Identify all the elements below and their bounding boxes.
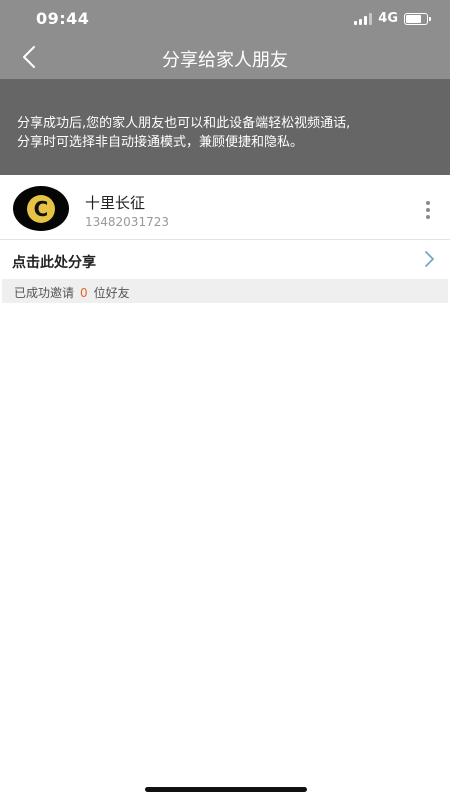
info-banner: 分享成功后,您的家人朋友也可以和此设备端轻松视频通话, 分享时可选择非自动接通模… <box>0 79 450 175</box>
contact-phone: 13482031723 <box>85 215 169 229</box>
invite-suffix: 位好友 <box>93 286 130 300</box>
contact-row[interactable]: C 十里长征 13482031723 <box>0 178 450 240</box>
chevron-right-icon <box>425 251 434 267</box>
invite-summary: 已成功邀请 0 位好友 <box>2 279 448 303</box>
avatar-logo: C <box>27 194 55 223</box>
status-indicators: 4G <box>354 11 431 26</box>
info-banner-text: 分享成功后,您的家人朋友也可以和此设备端轻松视频通话, 分享时可选择非自动接通模… <box>17 116 351 150</box>
contact-name: 十里长征 <box>85 194 146 212</box>
network-type: 4G <box>378 11 398 26</box>
share-button[interactable]: 点击此处分享 <box>0 240 450 279</box>
status-bar: 09:44 4G <box>0 0 450 36</box>
header: 09:44 4G 分享给家人朋友 <box>0 0 450 79</box>
page-title: 分享给家人朋友 <box>162 50 288 71</box>
more-options-button[interactable] <box>422 198 434 222</box>
invite-prefix: 已成功邀请 <box>14 286 75 300</box>
nav-bar: 分享给家人朋友 <box>0 36 450 79</box>
more-vertical-icon <box>426 201 430 205</box>
battery-icon <box>404 12 431 25</box>
share-label: 点击此处分享 <box>12 255 96 271</box>
invite-count: 0 <box>80 286 88 300</box>
home-indicator[interactable] <box>145 787 307 792</box>
status-time: 09:44 <box>36 9 90 28</box>
avatar: C <box>13 186 69 231</box>
signal-icon <box>354 12 373 25</box>
